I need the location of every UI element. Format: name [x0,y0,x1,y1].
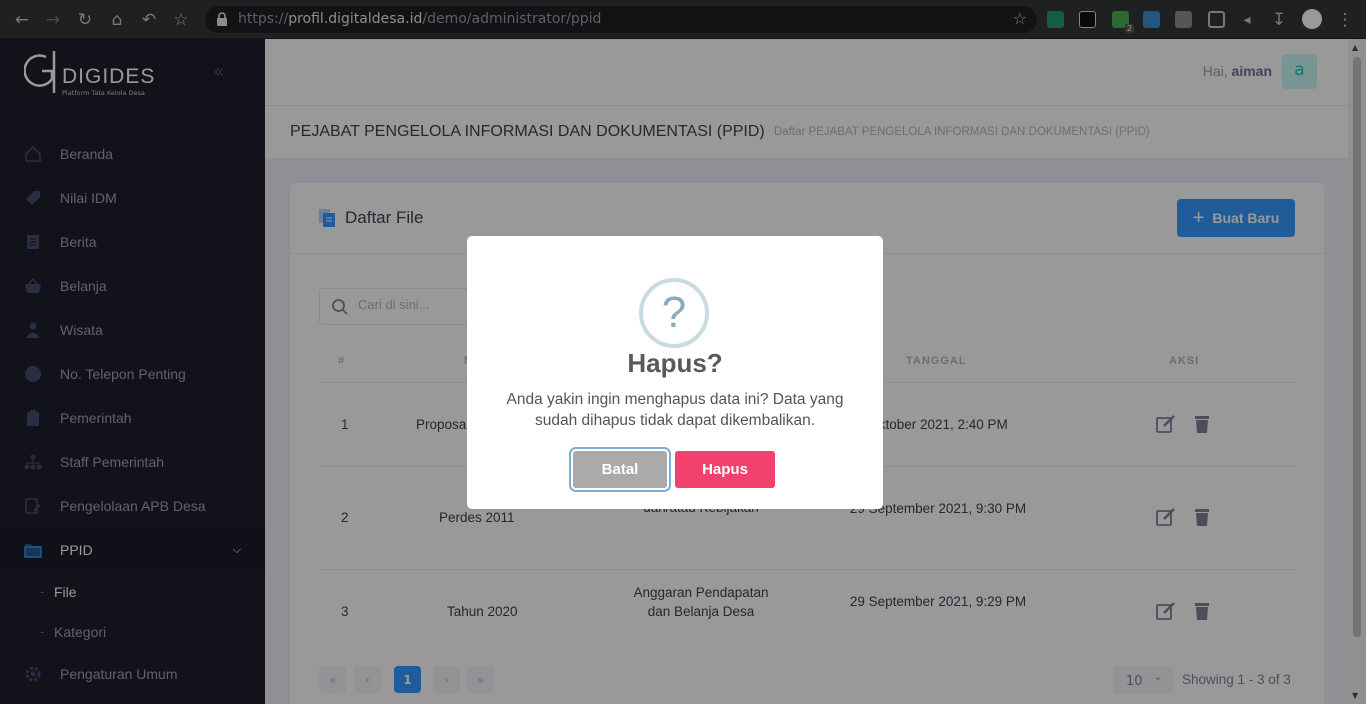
question-icon: ? [639,278,709,348]
cancel-button[interactable]: Batal [573,451,667,488]
dialog-title: Hapus? [627,348,723,378]
confirm-delete-dialog: ? Hapus? Anda yakin ingin menghapus data… [467,236,883,509]
dialog-message: Anda yakin ingin menghapus data ini? Dat… [506,391,844,429]
confirm-delete-button[interactable]: Hapus [675,451,775,488]
